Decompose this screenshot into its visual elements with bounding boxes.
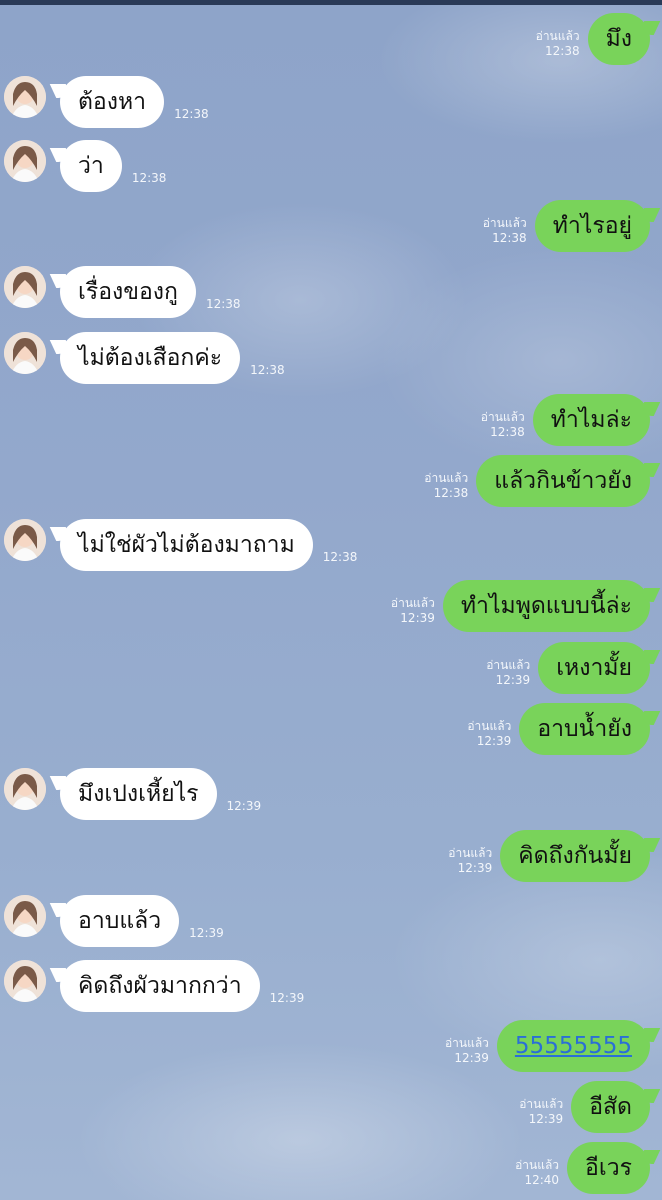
read-receipt: อ่านแล้ว (467, 719, 512, 733)
incoming-message-bubble[interactable]: มึงเปงเหี้ยไร (60, 768, 217, 820)
message-row: อ่านแล้ว 12:39 อีสัด (0, 1081, 662, 1133)
outgoing-message-bubble[interactable]: ทำไมพูดแบบนี้ล่ะ (442, 580, 650, 632)
incoming-message-bubble[interactable]: เรื่องของกู (60, 266, 196, 318)
incoming-message-bubble[interactable]: ไม่ต้องเสือกค่ะ (60, 332, 241, 384)
message-time: 12:38 (250, 363, 285, 377)
read-receipt: อ่านแล้ว (482, 216, 527, 230)
contact-avatar-icon[interactable] (4, 895, 46, 937)
read-receipt: อ่านแล้ว (448, 846, 493, 860)
message-meta: อ่านแล้ว 12:39 (467, 719, 511, 749)
message-meta: อ่านแล้ว 12:39 (391, 596, 435, 626)
message-meta: อ่านแล้ว 12:38 (483, 216, 527, 246)
message-row: ว่า 12:38 (0, 140, 662, 192)
contact-avatar-icon[interactable] (4, 332, 46, 374)
message-time: 12:38 (545, 44, 580, 58)
message-meta: อ่านแล้ว 12:38 (536, 29, 580, 59)
message-meta: อ่านแล้ว 12:39 (445, 1036, 489, 1066)
message-row: อ่านแล้ว 12:38 มึง (0, 13, 662, 65)
message-row: อ่านแล้ว 12:38 ทำไมล่ะ (0, 394, 662, 446)
message-time: 12:38 (492, 231, 527, 245)
contact-avatar-icon[interactable] (4, 519, 46, 561)
read-receipt: อ่านแล้ว (424, 471, 469, 485)
message-time: 12:39 (457, 861, 493, 875)
message-time: 12:39 (400, 611, 435, 625)
outgoing-message-bubble[interactable]: คิดถึงกันมั้ย (500, 830, 650, 882)
message-time: 12:39 (189, 926, 224, 940)
read-receipt: อ่านแล้ว (515, 1158, 560, 1172)
message-time: 12:39 (476, 734, 512, 748)
message-row: อ่านแล้ว 12:40 อีเวร (0, 1142, 662, 1194)
message-row: เรื่องของกู 12:38 (0, 266, 662, 318)
message-row: ไม่ใช่ผัวไม่ต้องมาถาม 12:38 (0, 519, 662, 571)
message-time: 12:39 (454, 1051, 489, 1065)
message-meta: อ่านแล้ว 12:38 (481, 410, 525, 440)
outgoing-message-bubble[interactable]: อาบน้ำยัง (519, 703, 650, 755)
contact-avatar-icon[interactable] (4, 768, 46, 810)
message-row: อ่านแล้ว 12:39 55555555 (0, 1020, 662, 1072)
outgoing-message-bubble[interactable]: แล้วกินข้าวยัง (476, 455, 650, 507)
contact-avatar-icon[interactable] (4, 960, 46, 1002)
outgoing-message-bubble[interactable]: ทำไมล่ะ (532, 394, 650, 446)
message-time: 12:40 (524, 1173, 560, 1187)
message-row: อ่านแล้ว 12:38 ทำไรอยู่ (0, 200, 662, 252)
contact-avatar-icon[interactable] (4, 266, 46, 308)
incoming-message-bubble[interactable]: อาบแล้ว (60, 895, 180, 947)
message-time: 12:38 (490, 425, 525, 439)
read-receipt: อ่านแล้ว (480, 410, 525, 424)
message-row: มึงเปงเหี้ยไร 12:39 (0, 768, 662, 820)
incoming-message-bubble[interactable]: คิดถึงผัวมากกว่า (60, 960, 260, 1012)
read-receipt: อ่านแล้ว (444, 1036, 489, 1050)
message-time: 12:39 (495, 673, 531, 687)
message-row: อาบแล้ว 12:39 (0, 895, 662, 947)
outgoing-message-bubble[interactable]: มึง (587, 13, 650, 65)
message-time: 12:38 (433, 486, 469, 500)
contact-avatar-icon[interactable] (4, 140, 46, 182)
outgoing-message-bubble[interactable]: อีสัด (571, 1081, 650, 1133)
message-time: 12:38 (131, 171, 167, 185)
message-row: อ่านแล้ว 12:39 ทำไมพูดแบบนี้ล่ะ (0, 580, 662, 632)
outgoing-message-bubble: 55555555 (496, 1020, 650, 1072)
read-receipt: อ่านแล้ว (390, 596, 435, 610)
message-row: ต้องหา 12:38 (0, 76, 662, 128)
message-time: 12:39 (528, 1112, 564, 1126)
message-meta: อ่านแล้ว 12:39 (448, 846, 492, 876)
incoming-message-bubble[interactable]: ต้องหา (60, 76, 165, 128)
message-time: 12:38 (174, 107, 209, 121)
message-row: อ่านแล้ว 12:39 อาบน้ำยัง (0, 703, 662, 755)
contact-avatar-icon[interactable] (4, 76, 46, 118)
read-receipt: อ่านแล้ว (519, 1097, 564, 1111)
incoming-message-bubble[interactable]: ว่า (60, 140, 122, 192)
message-meta: อ่านแล้ว 12:39 (486, 658, 530, 688)
message-row: อ่านแล้ว 12:38 แล้วกินข้าวยัง (0, 455, 662, 507)
message-row: อ่านแล้ว 12:39 คิดถึงกันมั้ย (0, 830, 662, 882)
message-row: อ่านแล้ว 12:39 เหงามั้ย (0, 642, 662, 694)
message-row: คิดถึงผัวมากกว่า 12:39 (0, 960, 662, 1012)
message-time: 12:38 (322, 550, 358, 564)
message-time: 12:39 (226, 799, 262, 813)
phone-number-link[interactable]: 55555555 (515, 1033, 632, 1059)
message-time: 12:38 (205, 297, 241, 311)
message-row: ไม่ต้องเสือกค่ะ 12:38 (0, 332, 662, 384)
read-receipt: อ่านแล้ว (486, 658, 531, 672)
outgoing-message-bubble[interactable]: ทำไรอยู่ (534, 200, 650, 252)
outgoing-message-bubble[interactable]: เหงามั้ย (538, 642, 650, 694)
message-meta: อ่านแล้ว 12:38 (424, 471, 468, 501)
message-time: 12:39 (269, 991, 305, 1005)
message-meta: อ่านแล้ว 12:40 (515, 1158, 559, 1188)
read-receipt: อ่านแล้ว (535, 29, 580, 43)
message-meta: อ่านแล้ว 12:39 (519, 1097, 563, 1127)
incoming-message-bubble[interactable]: ไม่ใช่ผัวไม่ต้องมาถาม (60, 519, 313, 571)
outgoing-message-bubble[interactable]: อีเวร (567, 1142, 650, 1194)
status-bar-edge (0, 0, 662, 5)
